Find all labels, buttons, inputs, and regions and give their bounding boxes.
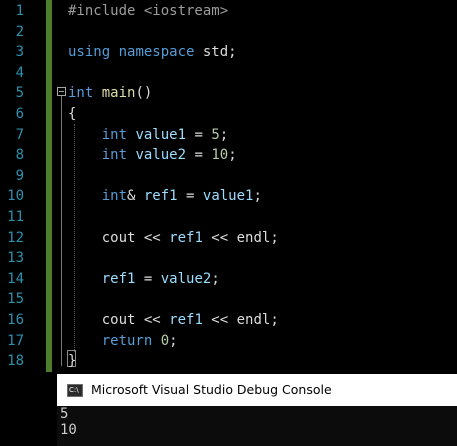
- console-titlebar[interactable]: Microsoft Visual Studio Debug Console: [57, 374, 457, 406]
- code-token: endl: [236, 312, 271, 328]
- code-token: ref1: [143, 188, 178, 205]
- code-token: value2: [160, 270, 212, 287]
- line-number: 3: [15, 44, 24, 61]
- line-number: 4: [15, 64, 24, 81]
- code-token: ref1: [169, 229, 203, 246]
- code-token: ;: [270, 229, 279, 246]
- line-number: 5: [15, 85, 24, 102]
- code-line[interactable]: #include <iostream>: [68, 1, 228, 22]
- code-token: ;: [211, 270, 220, 287]
- code-line[interactable]: }: [68, 351, 76, 372]
- code-token: value2: [135, 147, 187, 164]
- code-token: int: [101, 126, 128, 143]
- code-token: <<: [202, 312, 237, 328]
- line-number: 12: [7, 229, 24, 246]
- line-number: 6: [15, 106, 24, 122]
- code-token: &: [127, 188, 144, 205]
- console-title: Microsoft Visual Studio Debug Console: [91, 382, 332, 397]
- code-token: return: [101, 332, 153, 349]
- line-number: 7: [15, 126, 24, 143]
- line-number: 13: [7, 250, 24, 267]
- change-tracking-bar: [46, 0, 52, 372]
- code-token: =: [186, 126, 212, 143]
- code-token: value1: [202, 188, 254, 205]
- code-line[interactable]: return 0;: [68, 331, 178, 352]
- code-token: using: [68, 44, 111, 61]
- line-number: 14: [7, 270, 24, 287]
- code-token: 5: [211, 126, 220, 143]
- code-token: ;: [228, 147, 237, 164]
- code-token: ref1: [101, 270, 136, 287]
- code-line[interactable]: int& ref1 = value1;: [68, 186, 262, 207]
- code-token: }: [68, 353, 77, 370]
- debug-console-window[interactable]: Microsoft Visual Studio Debug Console 51…: [57, 374, 457, 446]
- line-number: 11: [7, 209, 24, 225]
- code-token: namespace: [118, 44, 195, 61]
- line-number: 10: [7, 188, 24, 205]
- console-window-icon: [67, 384, 83, 397]
- line-number: 9: [15, 167, 24, 184]
- code-token: {: [68, 106, 77, 122]
- code-token: 0: [160, 332, 170, 349]
- line-number: 17: [7, 332, 24, 349]
- console-output-line: 5: [60, 406, 69, 422]
- code-token: =: [135, 270, 161, 287]
- line-number: 15: [7, 291, 24, 308]
- code-editor[interactable]: 1 2 3 4 5 6 7 8 9 10 11 12 13 14 15 16 17 18 #include <io…: [0, 0, 457, 374]
- code-line[interactable]: {: [68, 104, 76, 125]
- code-token: <<: [135, 312, 170, 328]
- collapse-toggle-icon[interactable]: [57, 87, 66, 96]
- line-number: 8: [15, 147, 24, 164]
- code-token: std;: [194, 44, 237, 61]
- line-number: 1: [15, 3, 24, 19]
- code-line[interactable]: cout << ref1 << endl;: [68, 310, 279, 331]
- code-line[interactable]: cout << ref1 << endl;: [68, 228, 279, 249]
- code-token: ;: [270, 312, 279, 328]
- console-output: 5 10: [60, 406, 455, 438]
- line-number: 16: [7, 312, 24, 328]
- code-token: value1: [135, 126, 187, 143]
- code-token: int: [101, 147, 128, 164]
- code-token: int: [68, 85, 94, 102]
- code-token: #include <iostream>: [68, 3, 229, 19]
- line-number: 2: [15, 23, 24, 40]
- page: 1 2 3 4 5 6 7 8 9 10 11 12 13 14 15 16 17 18 #include <io…: [0, 0, 457, 446]
- code-token: =: [186, 147, 212, 164]
- code-line[interactable]: int main(): [68, 83, 152, 104]
- code-token: <<: [135, 229, 170, 246]
- code-line[interactable]: int value1 = 5;: [68, 125, 228, 146]
- code-token: =: [177, 188, 203, 205]
- code-token: ;: [219, 126, 229, 143]
- code-token: ;: [253, 188, 262, 205]
- code-line[interactable]: int value2 = 10;: [68, 145, 237, 166]
- line-number: 18: [7, 353, 24, 370]
- line-number-gutter: 1 2 3 4 5 6 7 8 9 10 11 12 13 14 15 16 17 18: [0, 0, 46, 374]
- code-token: <<: [202, 229, 237, 246]
- code-token: cout: [101, 312, 136, 328]
- code-token: main: [101, 85, 136, 102]
- code-token: (): [135, 85, 153, 102]
- code-token: cout: [101, 229, 136, 246]
- code-token: int: [101, 188, 128, 205]
- code-token: ;: [169, 332, 178, 349]
- code-token: ref1: [169, 312, 203, 328]
- code-line[interactable]: ref1 = value2;: [68, 269, 220, 290]
- code-token: 10: [211, 147, 229, 164]
- code-token: endl: [236, 229, 271, 246]
- outlining-line: [61, 96, 62, 366]
- code-line[interactable]: using namespace std;: [68, 42, 237, 63]
- console-output-line: 10: [60, 422, 77, 438]
- code-area[interactable]: #include <iostream> using namespace std; i…: [56, 0, 457, 374]
